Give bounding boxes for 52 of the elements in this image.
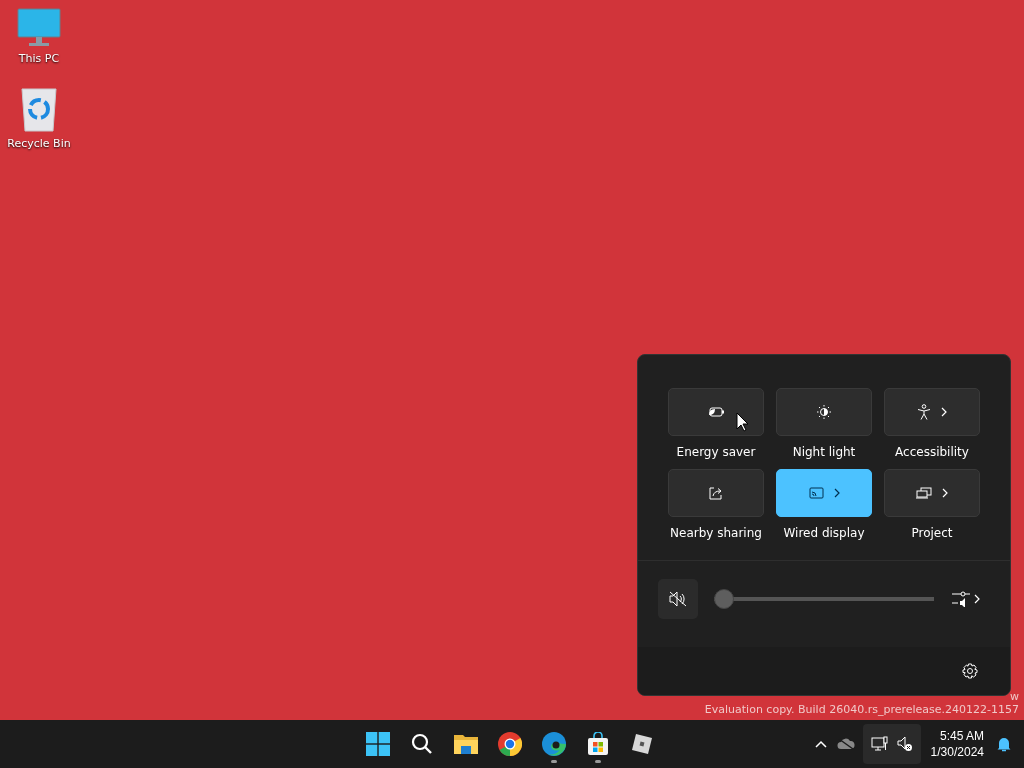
cube-logo-icon bbox=[631, 733, 653, 755]
chrome-logo-icon bbox=[498, 732, 522, 756]
tile-label: Energy saver bbox=[676, 445, 756, 459]
clock[interactable]: 5:45 AM 1/30/2024 bbox=[926, 728, 988, 760]
desktop-icon-label[interactable]: Recycle Bin bbox=[7, 137, 71, 150]
running-indicator bbox=[551, 760, 557, 763]
tile-label: Nearby sharing bbox=[670, 526, 762, 540]
audio-output-button[interactable] bbox=[950, 589, 982, 609]
bell-icon bbox=[996, 736, 1012, 752]
settings-icon bbox=[962, 663, 978, 679]
tile-label: Night light bbox=[792, 445, 856, 459]
chevron-right-icon bbox=[942, 488, 948, 498]
speaker-muted-icon bbox=[896, 736, 913, 752]
toggle-tile[interactable] bbox=[668, 469, 764, 517]
tile-label: Project bbox=[911, 526, 953, 540]
folder-icon bbox=[453, 733, 479, 755]
recycle-bin-icon[interactable] bbox=[19, 87, 59, 133]
cast-icon bbox=[808, 487, 824, 499]
edge-logo-icon bbox=[542, 732, 566, 756]
watermark-text: Evaluation copy. Build 26040.rs_prerelease.240122-1157 bbox=[704, 703, 1019, 716]
onedrive-button[interactable] bbox=[834, 736, 857, 752]
system-tray-button[interactable] bbox=[862, 724, 921, 764]
tile-label: Wired display bbox=[783, 526, 865, 540]
person-icon bbox=[917, 404, 931, 420]
search-icon bbox=[411, 733, 433, 755]
shopping-bag-icon bbox=[587, 732, 609, 756]
mute-button[interactable] bbox=[658, 579, 698, 619]
cloud-off-icon bbox=[836, 738, 855, 750]
desktop-icon-label[interactable]: This PC bbox=[18, 52, 60, 65]
audio-mixer-icon bbox=[952, 591, 970, 607]
network-wired-icon bbox=[870, 736, 889, 752]
battery-leaf-icon bbox=[707, 406, 725, 418]
volume-slider-thumb[interactable] bbox=[714, 589, 734, 609]
chevron-right-icon bbox=[833, 488, 840, 498]
brightness-icon bbox=[817, 405, 831, 419]
tile-label: Accessibility bbox=[895, 445, 969, 459]
share-icon bbox=[709, 486, 723, 500]
watermark-text: w bbox=[1010, 690, 1019, 703]
toggle-tile[interactable] bbox=[776, 388, 872, 436]
mouse-pointer-icon bbox=[736, 412, 748, 432]
windows-logo-icon bbox=[366, 732, 390, 756]
toggle-tile[interactable] bbox=[668, 388, 764, 436]
speaker-muted-icon bbox=[669, 591, 687, 607]
monitors-icon bbox=[916, 487, 932, 499]
chevron-up-icon bbox=[814, 740, 827, 748]
running-indicator bbox=[595, 760, 601, 763]
toggle-tile[interactable] bbox=[884, 469, 980, 517]
chevron-right-icon bbox=[974, 594, 980, 604]
chevron-right-icon bbox=[941, 407, 947, 417]
toggle-tile[interactable] bbox=[884, 388, 980, 436]
settings-button[interactable] bbox=[960, 661, 980, 681]
toggle-tile[interactable] bbox=[776, 469, 872, 517]
